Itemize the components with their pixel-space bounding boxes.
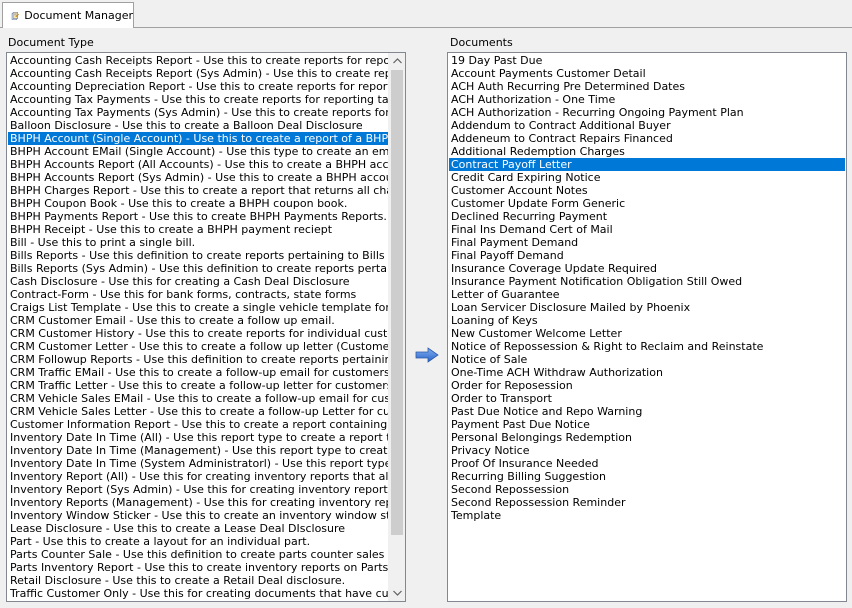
document-type-item[interactable]: Inventory Window Sticker - Use this to c…	[8, 509, 388, 522]
document-type-item[interactable]: BHPH Payments Report - Use this to creat…	[8, 210, 388, 223]
document-manager-icon	[11, 11, 19, 20]
document-item[interactable]: Insurance Payment Notification Obligatio…	[449, 275, 845, 288]
document-item[interactable]: Personal Belongings Redemption	[449, 431, 845, 444]
document-type-item[interactable]: Balloon Disclosure - Use this to create …	[8, 119, 388, 132]
document-type-item[interactable]: Bill - Use this to print a single bill.	[8, 236, 388, 249]
document-type-item[interactable]: BHPH Account (Single Account) - Use this…	[8, 132, 388, 145]
document-type-item[interactable]: Parts Counter Sale - Use this definition…	[8, 548, 388, 561]
document-type-item[interactable]: BHPH Receipt - Use this to create a BHPH…	[8, 223, 388, 236]
document-type-item[interactable]: Part - Use this to create a layout for a…	[8, 535, 388, 548]
document-type-item[interactable]: Inventory Report (Sys Admin) - Use this …	[8, 483, 388, 496]
document-type-item[interactable]: Bills Reports (Sys Admin) - Use this def…	[8, 262, 388, 275]
chevron-up-icon[interactable]	[389, 53, 405, 69]
move-document-button[interactable]	[414, 346, 440, 364]
document-type-item[interactable]: CRM Traffic Letter - Use this to create …	[8, 379, 388, 392]
document-item[interactable]: Past Due Notice and Repo Warning	[449, 405, 845, 418]
document-item[interactable]: ACH Authorization - Recurring Ongoing Pa…	[449, 106, 845, 119]
document-item[interactable]: One-Time ACH Withdraw Authorization	[449, 366, 845, 379]
documents-list[interactable]: 19 Day Past Due Account Payments Customer…	[447, 52, 847, 602]
document-item[interactable]: Addendum to Contract Additional Buyer	[449, 119, 845, 132]
document-type-item[interactable]: CRM Customer Letter - Use this to create…	[8, 340, 388, 353]
document-item[interactable]: Second Repossession	[449, 483, 845, 496]
document-item[interactable]: Addeneum to Contract Repairs Financed	[449, 132, 845, 145]
document-item[interactable]: Proof Of Insurance Needed	[449, 457, 845, 470]
document-item[interactable]: New Customer Welcome Letter	[449, 327, 845, 340]
document-type-item[interactable]: Accounting Depreciation Report - Use thi…	[8, 80, 388, 93]
document-item[interactable]: Customer Update Form Generic	[449, 197, 845, 210]
document-type-item[interactable]: CRM Followup Reports - Use this definiti…	[8, 353, 388, 366]
document-type-item[interactable]: Cash Disclosure - Use this for creating …	[8, 275, 388, 288]
document-type-item[interactable]: Customer Information Report - Use this t…	[8, 418, 388, 431]
document-item[interactable]: Loan Servicer Disclosure Mailed by Phoen…	[449, 301, 845, 314]
document-type-item[interactable]: Accounting Cash Receipts Report (Sys Adm…	[8, 67, 388, 80]
documents-items: 19 Day Past Due Account Payments Customer…	[449, 54, 845, 522]
document-type-item[interactable]: BHPH Accounts Report (Sys Admin) - Use t…	[8, 171, 388, 184]
document-item[interactable]: ACH Auth Recurring Pre Determined Dates	[449, 80, 845, 93]
document-type-item[interactable]: Parts Inventory Report - Use this to cre…	[8, 561, 388, 574]
document-item[interactable]: Account Payments Customer Detail	[449, 67, 845, 80]
document-item[interactable]: Letter of Guarantee	[449, 288, 845, 301]
document-type-item[interactable]: Accounting Tax Payments - Use this to cr…	[8, 93, 388, 106]
chevron-down-icon[interactable]	[389, 585, 405, 601]
document-item[interactable]: Contract Payoff Letter	[449, 158, 845, 171]
document-type-item[interactable]: CRM Customer Email - Use this to create …	[8, 314, 388, 327]
document-item[interactable]: Customer Account Notes	[449, 184, 845, 197]
document-item[interactable]: Insurance Coverage Update Required	[449, 262, 845, 275]
document-manager-panel: Document Type Documents Accounting Cash …	[0, 27, 852, 608]
document-type-item[interactable]: Inventory Reports (Management) - Use thi…	[8, 496, 388, 509]
document-item[interactable]: Loaning of Keys	[449, 314, 845, 327]
document-item[interactable]: Privacy Notice	[449, 444, 845, 457]
document-item[interactable]: Declined Recurring Payment	[449, 210, 845, 223]
document-item[interactable]: Credit Card Expiring Notice	[449, 171, 845, 184]
document-type-item[interactable]: Accounting Cash Receipts Report - Use th…	[8, 54, 388, 67]
document-item[interactable]: ACH Authorization - One Time	[449, 93, 845, 106]
document-type-item[interactable]: Inventory Date In Time (System Administr…	[8, 457, 388, 470]
document-item[interactable]: Notice of Sale	[449, 353, 845, 366]
document-type-item[interactable]: BHPH Accounts Report (All Accounts) - Us…	[8, 158, 388, 171]
document-type-item[interactable]: Inventory Date In Time (Management) - Us…	[8, 444, 388, 457]
document-type-item[interactable]: BHPH Account EMail (Single Account) - Us…	[8, 145, 388, 158]
document-item[interactable]: 19 Day Past Due	[449, 54, 845, 67]
document-type-item[interactable]: CRM Traffic EMail - Use this to create a…	[8, 366, 388, 379]
document-type-item[interactable]: Craigs List Template - Use this to creat…	[8, 301, 388, 314]
document-type-label: Document Type	[8, 36, 94, 49]
document-item[interactable]: Template	[449, 509, 845, 522]
document-item[interactable]: Recurring Billing Suggestion	[449, 470, 845, 483]
document-type-item[interactable]: CRM Customer History - Use this to creat…	[8, 327, 388, 340]
document-type-item[interactable]: BHPH Coupon Book - Use this to create a …	[8, 197, 388, 210]
document-type-item[interactable]: Lease Disclosure - Use this to create a …	[8, 522, 388, 535]
document-item[interactable]: Payment Past Due Notice	[449, 418, 845, 431]
document-item[interactable]: Additional Redemption Charges	[449, 145, 845, 158]
document-type-item[interactable]: BHPH Charges Report - Use this to create…	[8, 184, 388, 197]
document-type-item[interactable]: Traffic Customer Only - Use this for cre…	[8, 587, 388, 600]
document-type-scrollbar[interactable]	[388, 53, 405, 601]
document-item[interactable]: Notice of Repossession & Right to Reclai…	[449, 340, 845, 353]
document-item[interactable]: Order for Reposession	[449, 379, 845, 392]
document-type-list[interactable]: Accounting Cash Receipts Report - Use th…	[6, 52, 406, 602]
document-type-item[interactable]: Bills Reports - Use this definition to c…	[8, 249, 388, 262]
document-type-item[interactable]: Accounting Tax Payments (Sys Admin) - Us…	[8, 106, 388, 119]
document-item[interactable]: Final Payment Demand	[449, 236, 845, 249]
document-item[interactable]: Order to Transport	[449, 392, 845, 405]
document-type-item[interactable]: Inventory Date In Time (All) - Use this …	[8, 431, 388, 444]
tab-document-manager[interactable]: Document Manager	[2, 2, 134, 28]
document-type-item[interactable]: Inventory Report (All) - Use this for cr…	[8, 470, 388, 483]
document-item[interactable]: Second Repossession Reminder	[449, 496, 845, 509]
arrow-right-icon	[415, 347, 439, 363]
documents-label: Documents	[450, 36, 513, 49]
document-type-item[interactable]: CRM Vehicle Sales EMail - Use this to cr…	[8, 392, 388, 405]
document-type-item[interactable]: Retail Disclosure - Use this to create a…	[8, 574, 388, 587]
document-item[interactable]: Final Payoff Demand	[449, 249, 845, 262]
document-item[interactable]: Final Ins Demand Cert of Mail	[449, 223, 845, 236]
document-type-item[interactable]: CRM Vehicle Sales Letter - Use this to c…	[8, 405, 388, 418]
scrollbar-thumb[interactable]	[391, 70, 403, 535]
document-type-items: Accounting Cash Receipts Report - Use th…	[8, 54, 388, 600]
tab-title: Document Manager	[24, 9, 133, 22]
document-type-item[interactable]: Contract-Form - Use this for bank forms,…	[8, 288, 388, 301]
